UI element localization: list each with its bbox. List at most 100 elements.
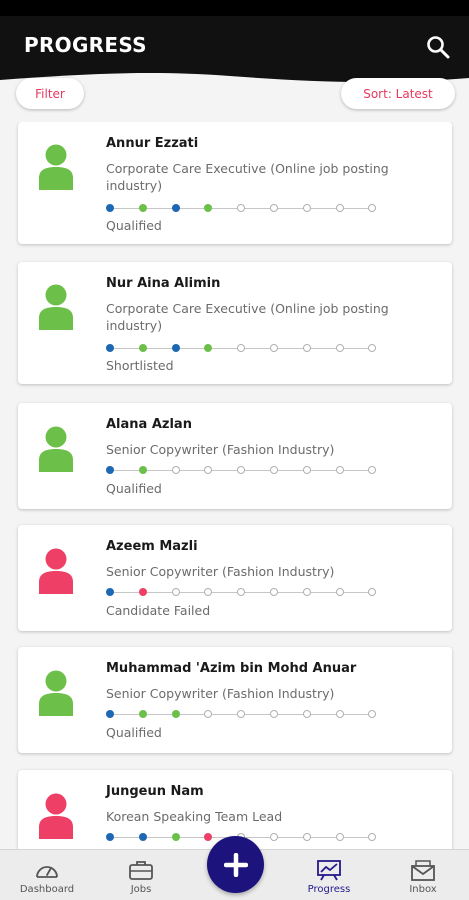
progress-step-qualified bbox=[138, 710, 147, 718]
job-title: Corporate Care Executive (Online job pos… bbox=[106, 301, 389, 333]
avatar bbox=[38, 793, 74, 839]
progress-step-pending bbox=[270, 204, 278, 212]
progress-step-qualified bbox=[138, 466, 147, 474]
progress-step-pending bbox=[302, 833, 311, 841]
progress-step-pending bbox=[270, 344, 278, 352]
progress-step-pending bbox=[270, 833, 278, 841]
progress-step-pending bbox=[335, 466, 344, 474]
progress-step-pending bbox=[368, 710, 377, 718]
candidate-card[interactable]: Nur Aina Alimin Corporate Care Executive … bbox=[18, 262, 452, 384]
progress-board-icon bbox=[317, 860, 341, 881]
progress-step-pending bbox=[237, 588, 246, 596]
progress-step-pending bbox=[302, 466, 311, 474]
avatar bbox=[38, 670, 74, 716]
briefcase-icon bbox=[129, 861, 153, 880]
progress-step-qualified bbox=[171, 710, 180, 718]
job-title: Senior Copywriter (Fashion Industry) bbox=[106, 686, 335, 701]
progress-step-pending bbox=[368, 344, 377, 352]
page-title: PROGRESS bbox=[24, 33, 147, 57]
avatar bbox=[38, 426, 74, 472]
progress-step-pending bbox=[204, 588, 213, 596]
status-text: Shortlisted bbox=[106, 358, 174, 373]
job-title: Corporate Care Executive (Online job pos… bbox=[106, 161, 389, 193]
progress-step-pending bbox=[204, 710, 213, 718]
progress-step-qualified bbox=[171, 833, 180, 841]
nav-dashboard[interactable]: Dashboard bbox=[2, 850, 92, 900]
candidate-list[interactable]: Annur Ezzati Corporate Care Executive (On… bbox=[0, 122, 469, 849]
candidate-name: Muhammad 'Azim bin Mohd Anuar bbox=[106, 661, 357, 676]
plus-icon bbox=[223, 852, 248, 877]
progress-step-pending bbox=[302, 204, 311, 212]
person-icon bbox=[39, 426, 73, 472]
progress-step-pending bbox=[368, 204, 377, 212]
nav-label-inbox: Inbox bbox=[409, 884, 437, 895]
progress-step-pending bbox=[368, 588, 377, 596]
progress-step-pending bbox=[171, 588, 180, 596]
add-button[interactable] bbox=[207, 836, 264, 893]
progress-step-pending bbox=[335, 588, 344, 596]
progress-step-qualified bbox=[138, 204, 147, 212]
candidate-card[interactable]: Muhammad 'Azim bin Mohd Anuar Senior Copy… bbox=[18, 647, 452, 753]
nav-progress[interactable]: Progress bbox=[284, 850, 374, 900]
progress-step-failed bbox=[204, 833, 213, 841]
nav-jobs[interactable]: Jobs bbox=[96, 850, 186, 900]
progress-step-done bbox=[171, 344, 180, 352]
progress-step-pending bbox=[237, 466, 246, 474]
progress-step-done bbox=[106, 204, 114, 212]
progress-track bbox=[106, 344, 378, 354]
progress-step-qualified bbox=[204, 344, 213, 352]
progress-step-pending bbox=[237, 344, 246, 352]
candidate-name: Azeem Mazli bbox=[106, 539, 198, 554]
progress-step-pending bbox=[237, 710, 246, 718]
status-text: Qualified bbox=[106, 218, 162, 233]
progress-step-done bbox=[106, 466, 114, 474]
progress-step-pending bbox=[335, 833, 344, 841]
candidate-card[interactable]: Azeem Mazli Senior Copywriter (Fashion In… bbox=[18, 525, 452, 631]
sort-button[interactable]: Sort: Latest bbox=[341, 78, 455, 109]
person-icon bbox=[39, 793, 73, 839]
progress-track bbox=[106, 204, 378, 214]
progress-step-pending bbox=[204, 466, 213, 474]
progress-track bbox=[106, 588, 378, 598]
nav-inbox[interactable]: Inbox bbox=[378, 850, 468, 900]
progress-step-failed bbox=[138, 588, 147, 596]
progress-step-pending bbox=[270, 588, 278, 596]
person-icon bbox=[39, 144, 73, 190]
progress-step-pending bbox=[171, 466, 180, 474]
progress-step-pending bbox=[270, 466, 278, 474]
progress-track bbox=[106, 466, 378, 476]
status-text: Qualified bbox=[106, 725, 162, 740]
progress-track bbox=[106, 710, 378, 720]
progress-step-pending bbox=[335, 710, 344, 718]
progress-step-pending bbox=[302, 588, 311, 596]
candidate-name: Annur Ezzati bbox=[106, 136, 199, 151]
status-text: Candidate Failed bbox=[106, 603, 211, 618]
status-text: Qualified bbox=[106, 481, 162, 496]
progress-step-done bbox=[106, 710, 114, 718]
progress-step-pending bbox=[368, 833, 377, 841]
person-icon bbox=[39, 548, 73, 594]
progress-step-done bbox=[106, 833, 114, 841]
candidate-card[interactable]: Alana Azlan Senior Copywriter (Fashion In… bbox=[18, 403, 452, 509]
candidate-name: Jungeun Nam bbox=[106, 784, 204, 799]
avatar bbox=[38, 284, 74, 330]
job-title: Senior Copywriter (Fashion Industry) bbox=[106, 442, 335, 457]
avatar bbox=[38, 548, 74, 594]
progress-step-done bbox=[106, 344, 114, 352]
progress-step-pending bbox=[302, 710, 311, 718]
avatar bbox=[38, 144, 74, 190]
nav-label-progress: Progress bbox=[307, 884, 351, 895]
progress-step-pending bbox=[302, 344, 311, 352]
job-title: Senior Copywriter (Fashion Industry) bbox=[106, 564, 335, 579]
job-title: Korean Speaking Team Lead bbox=[106, 809, 283, 824]
progress-step-pending bbox=[335, 344, 344, 352]
progress-step-done bbox=[138, 833, 147, 841]
progress-step-pending bbox=[270, 710, 278, 718]
filter-button[interactable]: Filter bbox=[16, 78, 84, 109]
search-icon bbox=[427, 36, 450, 59]
candidate-card[interactable]: Annur Ezzati Corporate Care Executive (On… bbox=[18, 122, 452, 244]
progress-step-pending bbox=[335, 204, 344, 212]
person-icon bbox=[39, 670, 73, 716]
candidate-name: Alana Azlan bbox=[106, 417, 192, 432]
search-button[interactable] bbox=[425, 34, 451, 60]
